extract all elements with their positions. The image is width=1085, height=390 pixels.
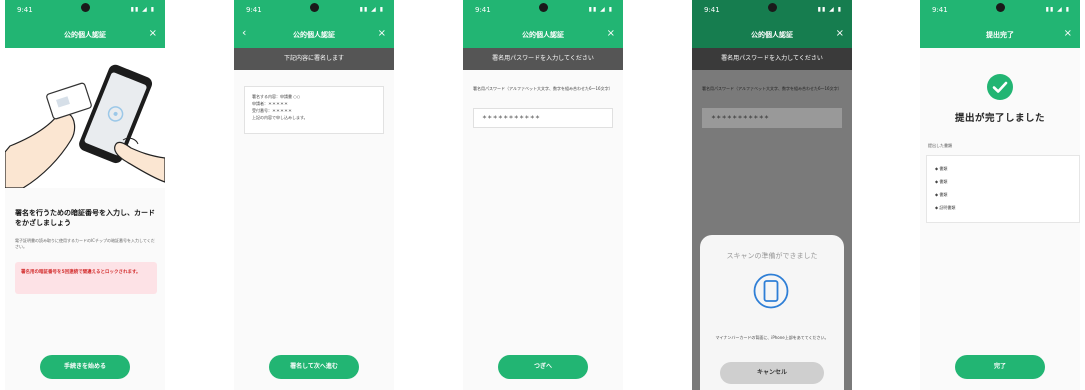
sub-header: 下記内容に署名します [234,48,394,70]
status-bar: 9:41 ▮▮ ◢ ▮ [463,0,623,22]
status-bar: 9:41 ▮▮ ◢ ▮ [234,0,394,22]
signal-icon: ▮▮ ◢ ▮ [588,6,613,13]
status-time: 9:41 [17,6,33,14]
sheet-caption: マイナンバーカードの背面に、iPhone上部をあててください。 [715,335,829,340]
next-button[interactable]: つぎへ [498,355,588,379]
info-line: 受付番号：＊＊＊＊＊ [252,108,292,113]
signal-icon: ▮▮ ◢ ▮ [1045,6,1070,13]
nav-bar: ‹ 公的個人認証 × [234,22,394,48]
sign-info-card: 署名する内容：申請書 ○○ 申請者：＊＊＊＊＊ 受付番号：＊＊＊＊＊ 上記の内容… [244,86,384,134]
signal-icon: ▮▮ ◢ ▮ [817,6,842,13]
nfc-scan-sheet: スキャンの準備ができました マイナンバーカードの背面に、iPhone上部をあてて… [700,235,844,390]
info-line: 署名する内容：申請書 ○○ [252,94,301,99]
screen-sign-confirm: 9:41 ▮▮ ◢ ▮ ‹ 公的個人認証 × 下記内容に署名します 署名する内容… [234,0,394,390]
close-icon[interactable]: × [836,28,844,40]
nav-bar: 提出完了 × [920,22,1080,48]
cancel-button[interactable]: キャンセル [720,362,824,384]
close-icon[interactable]: × [378,28,386,40]
password-input: ＊＊＊＊＊＊＊＊＊＊＊ [702,108,842,128]
camera-notch [996,3,1005,12]
nav-bar: 公的個人認証 × [463,22,623,48]
warning-box: 署名用の暗証番号を5回連続で間違えるとロックされます。 [15,262,157,294]
sign-next-button[interactable]: 署名して次へ進む [269,355,359,379]
signal-icon: ▮▮ ◢ ▮ [359,6,384,13]
nav-title: 公的個人認証 [64,31,106,39]
nav-title: 公的個人認証 [293,31,335,39]
camera-notch [539,3,548,12]
nav-title: 提出完了 [986,31,1014,39]
done-button[interactable]: 完了 [955,355,1045,379]
status-bar: 9:41 ▮▮ ◢ ▮ [920,0,1080,22]
check-circle-icon [987,74,1013,100]
page-description: 電子証明書の読み取りに使用するカードのICチップの暗証番号を入力してください。 [15,238,155,249]
close-icon[interactable]: × [1064,28,1072,40]
screen-password-entry: 9:41 ▮▮ ◢ ▮ 公的個人認証 × 署名用パスワードを入力してください 署… [463,0,623,390]
sub-header: 署名用パスワードを入力してください [692,48,852,70]
list-item: ◆ 書類 [935,179,948,184]
section-label: 提出した書類 [928,143,952,148]
info-line: 申請者：＊＊＊＊＊ [252,101,288,106]
sheet-title: スキャンの準備ができました [726,252,818,260]
list-item: ◆ 書類 [935,192,948,197]
status-time: 9:41 [704,6,720,14]
nav-title: 公的個人認証 [751,31,793,39]
sub-header: 署名用パスワードを入力してください [463,48,623,70]
close-icon[interactable]: × [149,28,157,40]
card-tap-illustration [5,48,165,189]
status-time: 9:41 [475,6,491,14]
list-item: ◆ 書類 [935,166,948,171]
nav-bar: 公的個人認証 × [692,22,852,48]
camera-notch [768,3,777,12]
page-heading: 署名を行うための暗証番号を入力し、カードをかざしましょう [15,209,155,227]
page-heading: 提出が完了しました [954,113,1045,124]
list-item: ◆ 証明書類 [935,205,956,210]
password-input[interactable]: ＊＊＊＊＊＊＊＊＊＊＊ [473,108,613,128]
info-line: 上記の内容で申し込みします。 [252,115,308,120]
phone-scan-icon [753,273,789,309]
screen-submission-complete: 9:41 ▮▮ ◢ ▮ 提出完了 × 提出が完了しました 提出した書類 ◆ 書類… [920,0,1080,390]
screen-scan-ready: 9:41 ▮▮ ◢ ▮ 公的個人認証 × 署名用パスワードを入力してください 署… [692,0,852,390]
status-bar: 9:41 ▮▮ ◢ ▮ [5,0,165,22]
password-label: 署名用パスワード（アルファベット大文字、数字を組み合わせた6〜16文字） [702,86,842,91]
nav-title: 公的個人認証 [522,31,564,39]
password-label: 署名用パスワード（アルファベット大文字、数字を組み合わせた6〜16文字） [473,86,613,91]
start-procedure-button[interactable]: 手続きを始める [40,355,130,379]
close-icon[interactable]: × [607,28,615,40]
status-time: 9:41 [932,6,948,14]
submitted-documents-list: ◆ 書類 ◆ 書類 ◆ 書類 ◆ 証明書類 [926,155,1080,223]
camera-notch [81,3,90,12]
status-time: 9:41 [246,6,262,14]
signal-icon: ▮▮ ◢ ▮ [130,6,155,13]
nav-bar: 公的個人認証 × [5,22,165,48]
camera-notch [310,3,319,12]
screen-pin-intro: 9:41 ▮▮ ◢ ▮ 公的個人認証 × 署名を行うための暗証番号を入力し、カー… [5,0,165,390]
status-bar: 9:41 ▮▮ ◢ ▮ [692,0,852,22]
